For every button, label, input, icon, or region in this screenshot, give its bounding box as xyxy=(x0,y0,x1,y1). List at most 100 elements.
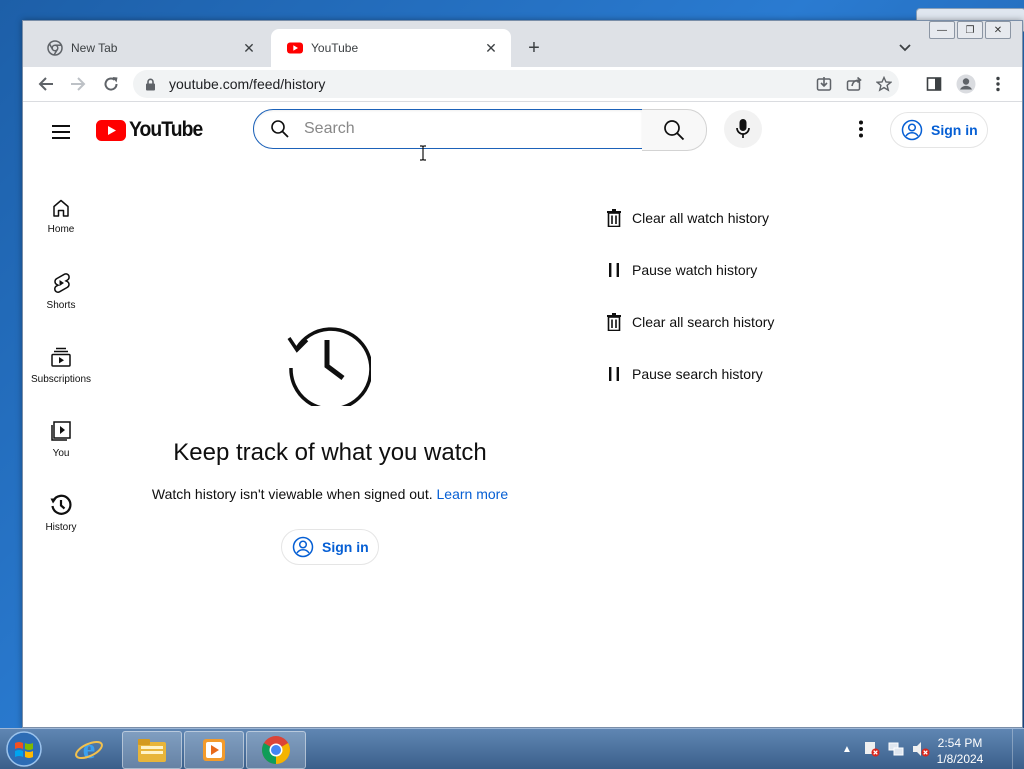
pause-icon xyxy=(605,364,623,384)
account-circle-icon xyxy=(292,536,314,558)
nav-label: History xyxy=(45,522,77,533)
taskbar-file-explorer[interactable] xyxy=(122,731,182,769)
action-label: Pause search history xyxy=(632,366,763,382)
tab-new-tab[interactable]: New Tab ✕ xyxy=(31,29,269,67)
nav-item-shorts[interactable]: Shorts xyxy=(27,272,95,311)
kebab-menu-icon xyxy=(996,76,1000,92)
chrome-icon xyxy=(47,40,63,56)
search-button[interactable] xyxy=(642,109,707,151)
empty-state-message: Watch history isn't viewable when signed… xyxy=(123,486,537,502)
tab-title: YouTube xyxy=(311,41,359,55)
nav-item-history[interactable]: History xyxy=(27,494,95,533)
tab-youtube[interactable]: YouTube ✕ xyxy=(271,29,511,67)
browser-menu-button[interactable] xyxy=(985,71,1011,97)
trash-icon xyxy=(605,208,623,228)
tab-title: New Tab xyxy=(71,41,118,55)
folder-icon xyxy=(138,739,166,762)
kebab-menu-icon xyxy=(859,120,863,138)
history-large-icon xyxy=(287,327,371,406)
history-icon xyxy=(50,494,72,515)
back-button[interactable] xyxy=(33,71,59,97)
nav-item-you[interactable]: You xyxy=(27,420,95,459)
show-hidden-icons-icon[interactable]: ▲ xyxy=(842,744,852,755)
trash-icon xyxy=(605,312,623,332)
search-input[interactable] xyxy=(302,119,626,139)
clock-date: 1/8/2024 xyxy=(936,752,984,766)
action-label: Pause watch history xyxy=(632,262,758,278)
search-box[interactable] xyxy=(253,109,643,149)
network-icon[interactable] xyxy=(888,741,904,757)
nav-label: You xyxy=(52,448,70,459)
clear-watch-history-button[interactable]: Clear all watch history xyxy=(605,208,769,228)
close-tab-icon[interactable]: ✕ xyxy=(239,38,259,58)
nav-item-subscriptions[interactable]: Subscriptions xyxy=(27,346,95,385)
signin-label: Sign in xyxy=(931,122,978,138)
signin-label: Sign in xyxy=(322,539,369,555)
profile-avatar-icon xyxy=(956,74,976,94)
search-icon xyxy=(270,119,290,139)
signin-button-main[interactable]: Sign in xyxy=(281,529,379,565)
youtube-logo[interactable]: YouTube xyxy=(96,118,209,142)
account-circle-icon xyxy=(901,119,923,141)
profile-button[interactable] xyxy=(953,71,979,97)
close-tab-icon[interactable]: ✕ xyxy=(481,38,501,58)
taskbar-internet-explorer[interactable]: e xyxy=(60,731,118,767)
media-player-icon xyxy=(203,739,225,761)
volume-muted-icon[interactable] xyxy=(912,741,930,757)
nav-label: Shorts xyxy=(46,300,76,311)
tab-search-button[interactable] xyxy=(893,37,917,59)
taskbar-media-player[interactable] xyxy=(184,731,244,769)
settings-menu-button[interactable] xyxy=(851,116,871,142)
logo-text: YouTube xyxy=(129,118,203,141)
system-tray: ▲ xyxy=(842,731,930,767)
lock-icon[interactable] xyxy=(145,78,159,91)
message-text: Watch history isn't viewable when signed… xyxy=(151,486,433,502)
taskbar-clock[interactable]: 2:54 PM 1/8/2024 xyxy=(930,735,990,767)
close-window-button[interactable]: ✕ xyxy=(985,21,1011,39)
install-icon[interactable] xyxy=(809,76,839,92)
search-icon xyxy=(664,120,685,141)
internet-explorer-icon: e xyxy=(75,734,103,764)
action-center-icon[interactable] xyxy=(864,741,880,757)
browser-window: New Tab ✕ YouTube ✕ + — ❐ ✕ youtube.com/… xyxy=(22,20,1023,728)
url-text[interactable]: youtube.com/feed/history xyxy=(169,76,809,92)
forward-button[interactable] xyxy=(65,71,91,97)
arrow-left-icon xyxy=(38,77,53,91)
youtube-page: YouTube Sign in Home Shorts xyxy=(23,102,1022,727)
side-panel-button[interactable] xyxy=(921,71,947,97)
hamburger-icon xyxy=(52,125,70,139)
voice-search-button[interactable] xyxy=(724,110,762,148)
taskbar-chrome[interactable] xyxy=(246,731,306,769)
window-controls: — ❐ ✕ xyxy=(927,21,1011,39)
action-label: Clear all watch history xyxy=(632,210,769,226)
signin-button[interactable]: Sign in xyxy=(890,112,988,148)
clear-search-history-button[interactable]: Clear all search history xyxy=(605,312,774,332)
minimize-button[interactable]: — xyxy=(929,21,955,39)
bookmark-star-icon[interactable] xyxy=(869,76,899,92)
reload-button[interactable] xyxy=(98,71,124,97)
reload-icon xyxy=(104,77,118,91)
nav-label: Home xyxy=(47,224,75,235)
browser-toolbar: youtube.com/feed/history xyxy=(23,67,1022,102)
learn-more-link[interactable]: Learn more xyxy=(437,486,509,502)
empty-state-headline: Keep track of what you watch xyxy=(173,439,487,466)
pause-search-history-button[interactable]: Pause search history xyxy=(605,364,763,384)
tab-strip: New Tab ✕ YouTube ✕ + — ❐ ✕ xyxy=(23,21,1022,67)
clock-time: 2:54 PM xyxy=(937,736,983,750)
you-icon xyxy=(51,421,71,441)
taskbar: e ▲ 2:54 PM 1/8/2024 xyxy=(0,728,1024,769)
side-panel-icon xyxy=(926,77,942,91)
show-desktop-button[interactable] xyxy=(1012,729,1024,769)
subscriptions-icon xyxy=(51,347,71,367)
shorts-icon xyxy=(54,273,70,293)
pause-watch-history-button[interactable]: Pause watch history xyxy=(605,260,757,280)
address-bar[interactable]: youtube.com/feed/history xyxy=(133,70,899,98)
maximize-button[interactable]: ❐ xyxy=(957,21,983,39)
start-button-icon[interactable] xyxy=(4,730,44,768)
menu-button[interactable] xyxy=(49,120,73,144)
new-tab-button[interactable]: + xyxy=(521,35,547,61)
chrome-icon xyxy=(262,736,290,764)
nav-item-home[interactable]: Home xyxy=(27,198,95,235)
share-icon[interactable] xyxy=(839,76,869,92)
home-icon xyxy=(53,199,69,217)
